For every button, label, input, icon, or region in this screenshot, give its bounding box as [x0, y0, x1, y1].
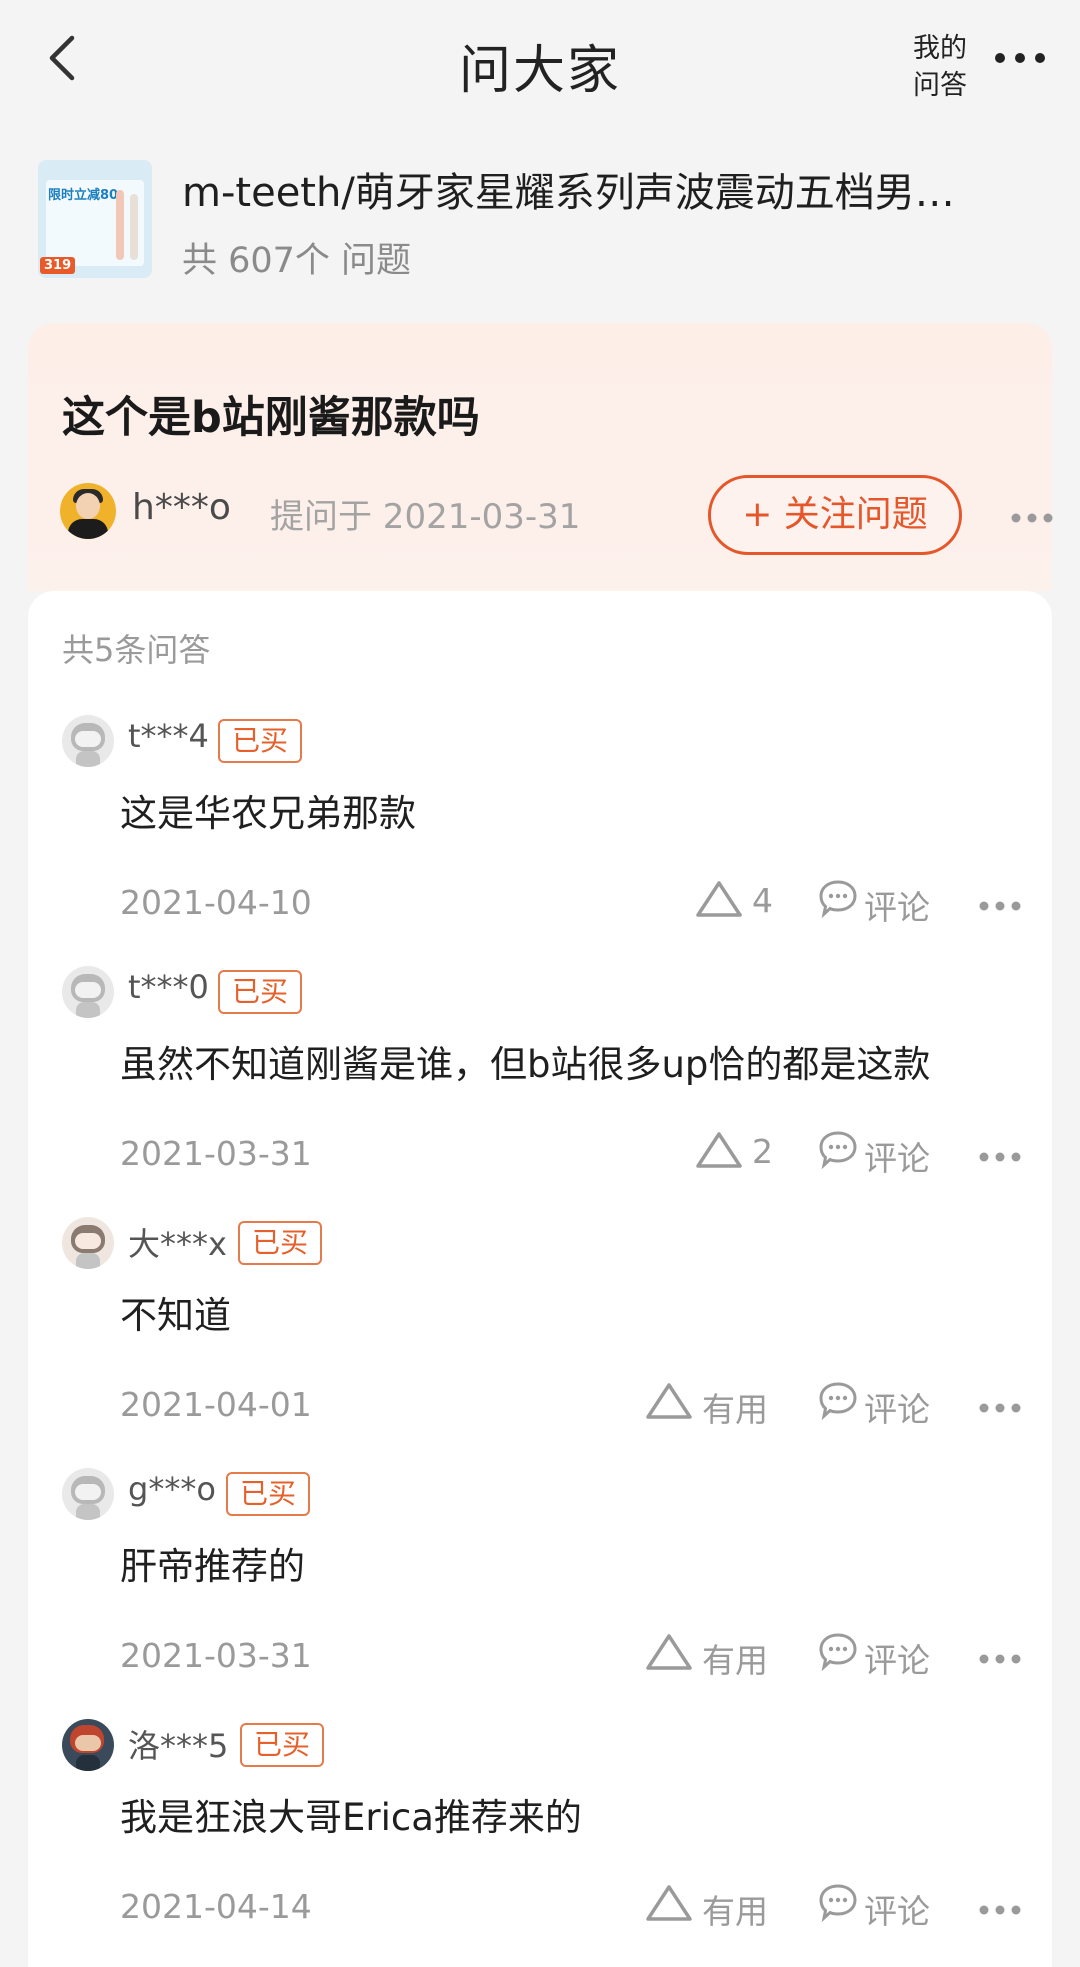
- more-icon[interactable]: [978, 1399, 1022, 1413]
- answer-text: 不知道: [120, 1294, 231, 1337]
- avatar[interactable]: [62, 966, 114, 1018]
- more-icon[interactable]: [978, 1650, 1022, 1664]
- useful-button[interactable]: 4: [694, 877, 794, 925]
- comment-icon: [819, 1131, 857, 1170]
- list-item: t***0 已买 虽然不知道刚酱是谁，但b站很多up恰的都是这款 2021-03…: [28, 966, 1052, 1216]
- question-title: 这个是b站刚酱那款吗: [62, 393, 480, 443]
- more-icon[interactable]: [978, 1901, 1022, 1915]
- useful-button[interactable]: 有用: [644, 1881, 804, 1931]
- answer-date: 2021-03-31: [120, 1636, 312, 1675]
- useful-button[interactable]: 有用: [644, 1379, 804, 1429]
- comment-label: 评论: [864, 1390, 930, 1429]
- comment-label: 评论: [864, 1139, 930, 1178]
- more-icon[interactable]: [1010, 509, 1054, 523]
- comment-icon: [819, 1884, 857, 1923]
- thumb-price: 319: [40, 257, 76, 274]
- comment-button[interactable]: 评论: [818, 877, 938, 927]
- list-item: 大***x 已买 不知道 2021-04-01 有用 评论: [28, 1217, 1052, 1467]
- answer-user: 洛***5: [128, 1727, 229, 1765]
- answers-card: 共5条问答 t***4 已买 这是华农兄弟那款 2021-04-10 4 评论 …: [28, 591, 1052, 1967]
- thumb-promo-text: 限时立减80: [48, 188, 119, 203]
- bought-badge: 已买: [238, 1221, 323, 1265]
- comment-icon: [819, 1382, 857, 1421]
- answer-date: 2021-04-10: [120, 883, 312, 922]
- avatar[interactable]: [62, 1217, 114, 1269]
- useful-button[interactable]: 有用: [644, 1630, 804, 1680]
- bought-badge: 已买: [218, 719, 303, 763]
- top-bar: 问大家 我的问答: [0, 0, 1080, 130]
- comment-icon: [819, 880, 857, 919]
- answer-user: t***4: [128, 717, 209, 755]
- comment-label: 评论: [864, 1892, 930, 1931]
- avatar[interactable]: [62, 1468, 114, 1520]
- answers-count: 共5条问答: [62, 631, 211, 669]
- answer-user: g***o: [128, 1470, 216, 1508]
- thumb-up-icon: [646, 1383, 692, 1419]
- product-title[interactable]: m-teeth/萌牙家星耀系列声波震动五档男…: [182, 160, 1048, 218]
- question-count: 共 607个 问题: [182, 241, 412, 281]
- list-item: g***o 已买 肝帝推荐的 2021-03-31 有用 评论: [28, 1468, 1052, 1718]
- avatar[interactable]: [60, 483, 116, 539]
- comment-button[interactable]: 评论: [818, 1379, 938, 1429]
- comment-label: 评论: [864, 888, 930, 927]
- product-summary[interactable]: 限时立减80 319 m-teeth/萌牙家星耀系列声波震动五档男… 共 607…: [38, 158, 1048, 281]
- list-item: t***4 已买 这是华农兄弟那款 2021-04-10 4 评论: [28, 715, 1052, 965]
- bought-badge: 已买: [218, 970, 303, 1014]
- thumb-up-icon: [696, 1132, 742, 1168]
- useful-count: 4: [752, 881, 773, 920]
- follow-question-button[interactable]: + 关注问题: [708, 475, 962, 555]
- asker-row: h***o 提问于 2021-03-31 + 关注问题: [60, 475, 1053, 555]
- more-icon[interactable]: [992, 48, 1048, 68]
- useful-button[interactable]: 2: [694, 1128, 794, 1176]
- useful-label: 有用: [702, 1390, 768, 1429]
- comment-button[interactable]: 评论: [818, 1630, 938, 1680]
- answer-text: 肝帝推荐的: [120, 1545, 305, 1588]
- comment-button[interactable]: 评论: [818, 1128, 938, 1178]
- asker-name: h***o: [132, 487, 231, 528]
- answer-user: t***0: [128, 968, 209, 1006]
- avatar[interactable]: [62, 1719, 114, 1771]
- comment-button[interactable]: 评论: [818, 1881, 938, 1931]
- answer-text: 这是华农兄弟那款: [120, 792, 416, 835]
- question-card: 这个是b站刚酱那款吗 h***o 提问于 2021-03-31 + 关注问题: [28, 323, 1053, 591]
- useful-label: 有用: [702, 1892, 768, 1931]
- answer-date: 2021-04-01: [120, 1385, 312, 1424]
- my-questions-link[interactable]: 我的问答: [905, 30, 975, 104]
- bought-badge: 已买: [240, 1723, 325, 1767]
- thumb-up-icon: [646, 1634, 692, 1670]
- answer-text: 我是狂浪大哥Erica推荐来的: [120, 1796, 582, 1839]
- asked-time: 提问于 2021-03-31: [270, 497, 581, 537]
- answer-text: 虽然不知道刚酱是谁，但b站很多up恰的都是这款: [120, 1043, 931, 1086]
- comment-icon: [819, 1633, 857, 1672]
- more-icon[interactable]: [978, 897, 1022, 911]
- thumb-up-icon: [646, 1885, 692, 1921]
- thumb-toothbrush: [130, 194, 138, 260]
- thumb-toothbrush: [116, 190, 124, 260]
- bought-badge: 已买: [226, 1472, 311, 1516]
- useful-label: 有用: [702, 1641, 768, 1680]
- avatar[interactable]: [62, 715, 114, 767]
- more-icon[interactable]: [978, 1148, 1022, 1162]
- thumb-up-icon: [696, 881, 742, 917]
- product-thumbnail[interactable]: 限时立减80 319: [38, 160, 152, 278]
- answer-date: 2021-03-31: [120, 1134, 312, 1173]
- list-item: 洛***5 已买 我是狂浪大哥Erica推荐来的 2021-04-14 有用 评…: [28, 1719, 1052, 1967]
- answer-user: 大***x: [128, 1225, 227, 1263]
- comment-label: 评论: [864, 1641, 930, 1680]
- answer-date: 2021-04-14: [120, 1887, 312, 1926]
- useful-count: 2: [752, 1132, 773, 1171]
